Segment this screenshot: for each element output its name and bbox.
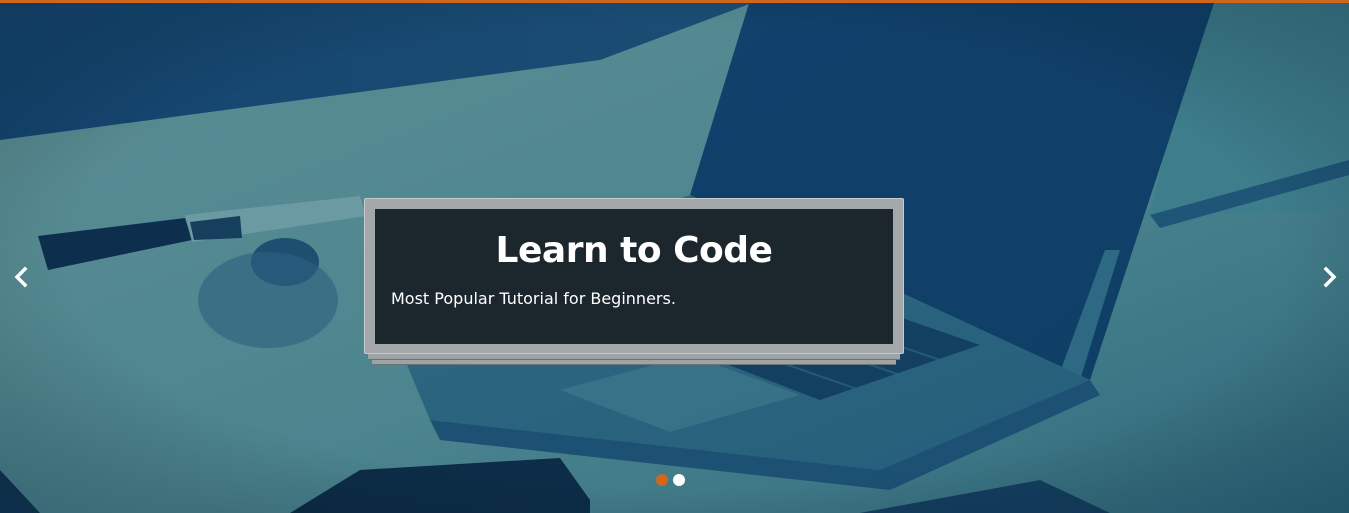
slide-title: Learn to Code: [495, 230, 773, 271]
previous-slide-button[interactable]: [6, 262, 36, 292]
next-slide-button[interactable]: [1315, 262, 1345, 292]
hero-slider: Learn to Code Most Popular Tutorial for …: [0, 0, 1349, 513]
slide-dot-1[interactable]: [656, 474, 668, 486]
chevron-left-icon: [14, 266, 28, 288]
chevron-right-icon: [1323, 266, 1337, 288]
caption-card-shadow: [368, 353, 900, 360]
caption-panel: Learn to Code Most Popular Tutorial for …: [375, 209, 893, 344]
slide-pagination: [656, 474, 685, 488]
caption-frame: Learn to Code Most Popular Tutorial for …: [364, 198, 904, 354]
accent-top-bar: [0, 0, 1349, 3]
slide-subtitle: Most Popular Tutorial for Beginners.: [391, 289, 676, 308]
slide-dot-2[interactable]: [673, 474, 685, 486]
slide-caption-card: Learn to Code Most Popular Tutorial for …: [364, 198, 904, 368]
